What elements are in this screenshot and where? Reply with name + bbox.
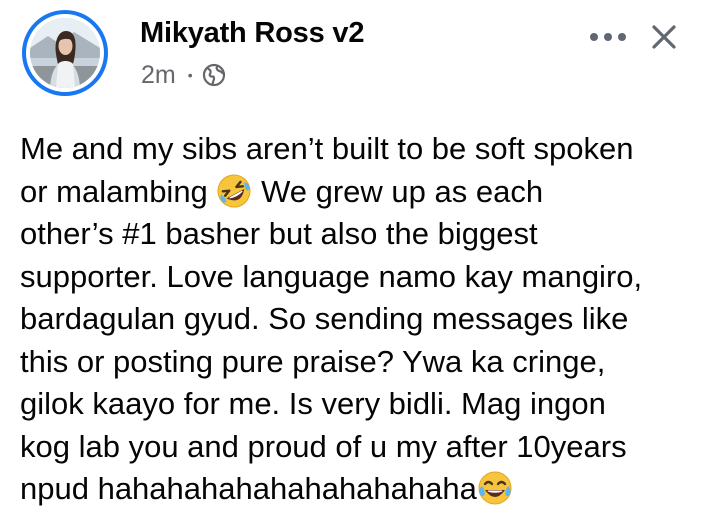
post-timestamp[interactable]: 2m: [141, 61, 176, 90]
post-line-text: We grew up as each: [261, 173, 544, 209]
post-line: other’s #1 basher but also the biggest: [20, 213, 710, 256]
post-line-text: bardagulan gyud. So sending messages lik…: [20, 301, 629, 336]
close-icon: [652, 25, 676, 49]
post-line: or malambing We grew up as each: [20, 171, 710, 214]
post-header: Mikyath Ross v2 2m •: [0, 0, 720, 110]
profile-photo-image: [30, 18, 100, 88]
close-button[interactable]: [647, 20, 681, 54]
rolling-on-floor-laughing-emoji-icon: [216, 173, 252, 209]
post-meta: 2m •: [141, 60, 226, 90]
more-dot: [604, 33, 612, 41]
more-dot: [618, 33, 626, 41]
post-line: kog lab you and proud of u my after 10ye…: [20, 426, 710, 469]
more-horizontal-icon: [590, 33, 598, 41]
profile-photo: [30, 18, 100, 88]
post-message: Me and my sibs aren’t built to be soft s…: [20, 128, 710, 511]
post-line-text: other’s #1 basher but also the biggest: [20, 216, 538, 251]
post-line-text: npud hahahahahahahahahahaha: [20, 471, 477, 506]
tears-of-joy-emoji-icon: [477, 470, 513, 506]
globe-icon[interactable]: [202, 63, 226, 87]
post-line: gilok kaayo for me. Is very bidli. Mag i…: [20, 383, 710, 426]
post-line-text: Me and my sibs aren’t built to be soft s…: [20, 131, 634, 166]
more-options-button[interactable]: [584, 22, 632, 52]
post-line: npud hahahahahahahahahahaha: [20, 468, 710, 511]
author-name[interactable]: Mikyath Ross v2: [140, 17, 364, 50]
avatar[interactable]: [22, 10, 108, 96]
post-line-text: or malambing: [20, 173, 208, 209]
post-line: this or posting pure praise? Ywa ka crin…: [20, 341, 710, 384]
post-line-text: kog lab you and proud of u my after 10ye…: [20, 428, 627, 464]
post-line-text: supporter. Love language namo kay mangir…: [20, 258, 643, 294]
post-line-text: gilok kaayo for me. Is very bidli. Mag i…: [20, 386, 606, 421]
post-line: supporter. Love language namo kay mangir…: [20, 256, 710, 299]
meta-separator: •: [187, 67, 193, 83]
post-line-text: this or posting pure praise? Ywa ka crin…: [20, 343, 606, 379]
post-line: bardagulan gyud. So sending messages lik…: [20, 298, 710, 341]
post-line: Me and my sibs aren’t built to be soft s…: [20, 128, 710, 171]
